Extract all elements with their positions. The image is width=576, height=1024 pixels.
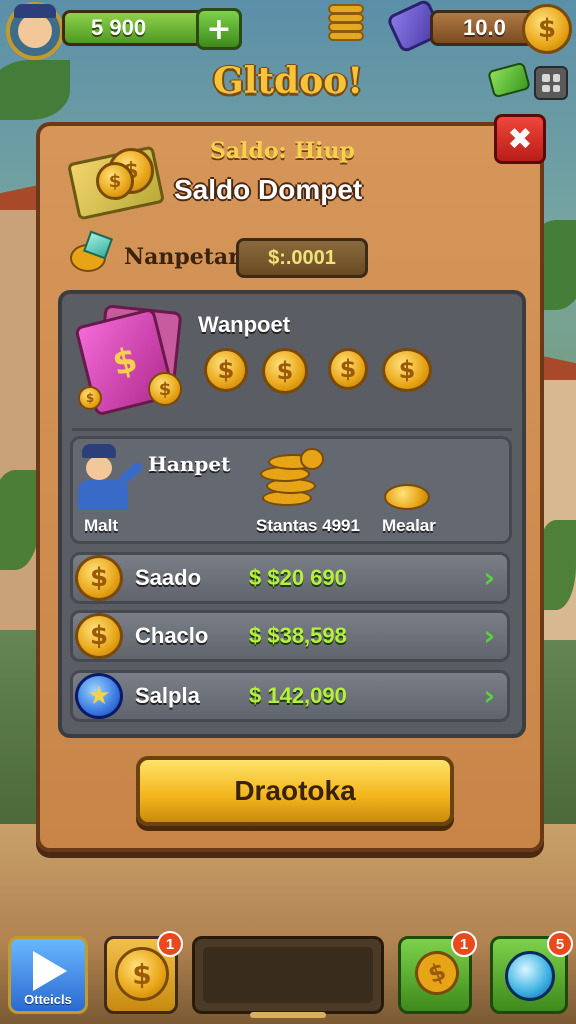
confirm-button[interactable]: Draotoka [136, 756, 454, 826]
balance-value: $:.0001 [236, 238, 368, 278]
dollar-coin-icon: $ [115, 947, 169, 1001]
chevron-right-icon: › [483, 619, 495, 652]
coin-pile-icon [256, 448, 326, 512]
notification-badge: 5 [547, 931, 573, 957]
row-label: Chaclo [135, 623, 209, 648]
divider [72, 428, 512, 431]
row-value: $ $38,598 [249, 623, 347, 648]
row-value: $ 142,090 [249, 683, 347, 708]
panel-subtitle: Saldo: Hiup [210, 138, 355, 164]
row-label: Salpla [135, 683, 200, 708]
coin-row: $ $ $ $ [0, 348, 576, 398]
wallet-money-icon: $ $ [66, 140, 166, 221]
coin-shop-tab[interactable]: $ 1 [104, 931, 183, 1014]
wallet-row-salpla[interactable]: ★ Salpla $ 142,090 › [70, 670, 510, 722]
player-avatar[interactable] [6, 2, 64, 60]
coin-icon: $ [328, 348, 368, 390]
avatar-face-icon [14, 4, 56, 48]
close-button[interactable]: ✖ [494, 114, 546, 164]
officer-section-title: Hanpet [148, 452, 231, 476]
dollar-coin-icon: $ [75, 613, 123, 659]
trade-tab[interactable]: $ 1 [398, 931, 477, 1014]
coin-icon: $ [262, 348, 308, 394]
play-button[interactable]: Otteicls [8, 936, 88, 1014]
stat-label: Mealar [382, 516, 436, 535]
chevron-right-icon: › [483, 679, 495, 712]
home-indicator [250, 1012, 326, 1018]
panel-heading: Saldo Dompet [174, 174, 363, 205]
star-coin-icon: ★ [75, 673, 123, 719]
globe-icon [505, 951, 555, 1001]
coin-icon: $ [382, 348, 432, 392]
officer-label: Malt [84, 516, 118, 535]
balance-icon [66, 230, 116, 274]
wallet-row-saado[interactable]: $ Saado $ $20 690 › [70, 552, 510, 604]
section-title: Wanpoet [198, 312, 291, 337]
notification-badge: 1 [157, 931, 183, 957]
money-counter: 5 900 [62, 10, 212, 46]
officer-icon [78, 442, 145, 512]
top-hud: 5 900 + 10.0 $ [0, 0, 576, 60]
play-label: Otteicls [24, 992, 72, 1007]
center-slot[interactable] [192, 936, 384, 1014]
avatar-hat-icon [14, 4, 56, 18]
coin-icon: $ [204, 348, 248, 392]
world-tab[interactable]: 5 [490, 931, 573, 1014]
balance-label: Nanpetar [124, 244, 240, 270]
money-value: 5 900 [91, 15, 147, 40]
chevron-right-icon: › [483, 561, 495, 594]
gem-value: 10.0 [463, 15, 506, 40]
menu-grid-icon[interactable] [534, 66, 568, 100]
dollar-coin-icon: $ [75, 555, 123, 601]
row-label: Saado [135, 565, 202, 590]
stat-label: Stantas 4991 [256, 516, 360, 535]
add-money-button[interactable]: + [196, 8, 242, 50]
notification-badge: 1 [451, 931, 477, 957]
coin-shop-button[interactable]: $ [522, 4, 572, 54]
wallet-row-chaclo[interactable]: $ Chaclo $ $38,598 › [70, 610, 510, 662]
row-value: $ $20 690 [249, 565, 347, 590]
coin-icon [384, 484, 430, 510]
coin-stack-icon [328, 4, 366, 50]
play-icon [33, 951, 67, 991]
